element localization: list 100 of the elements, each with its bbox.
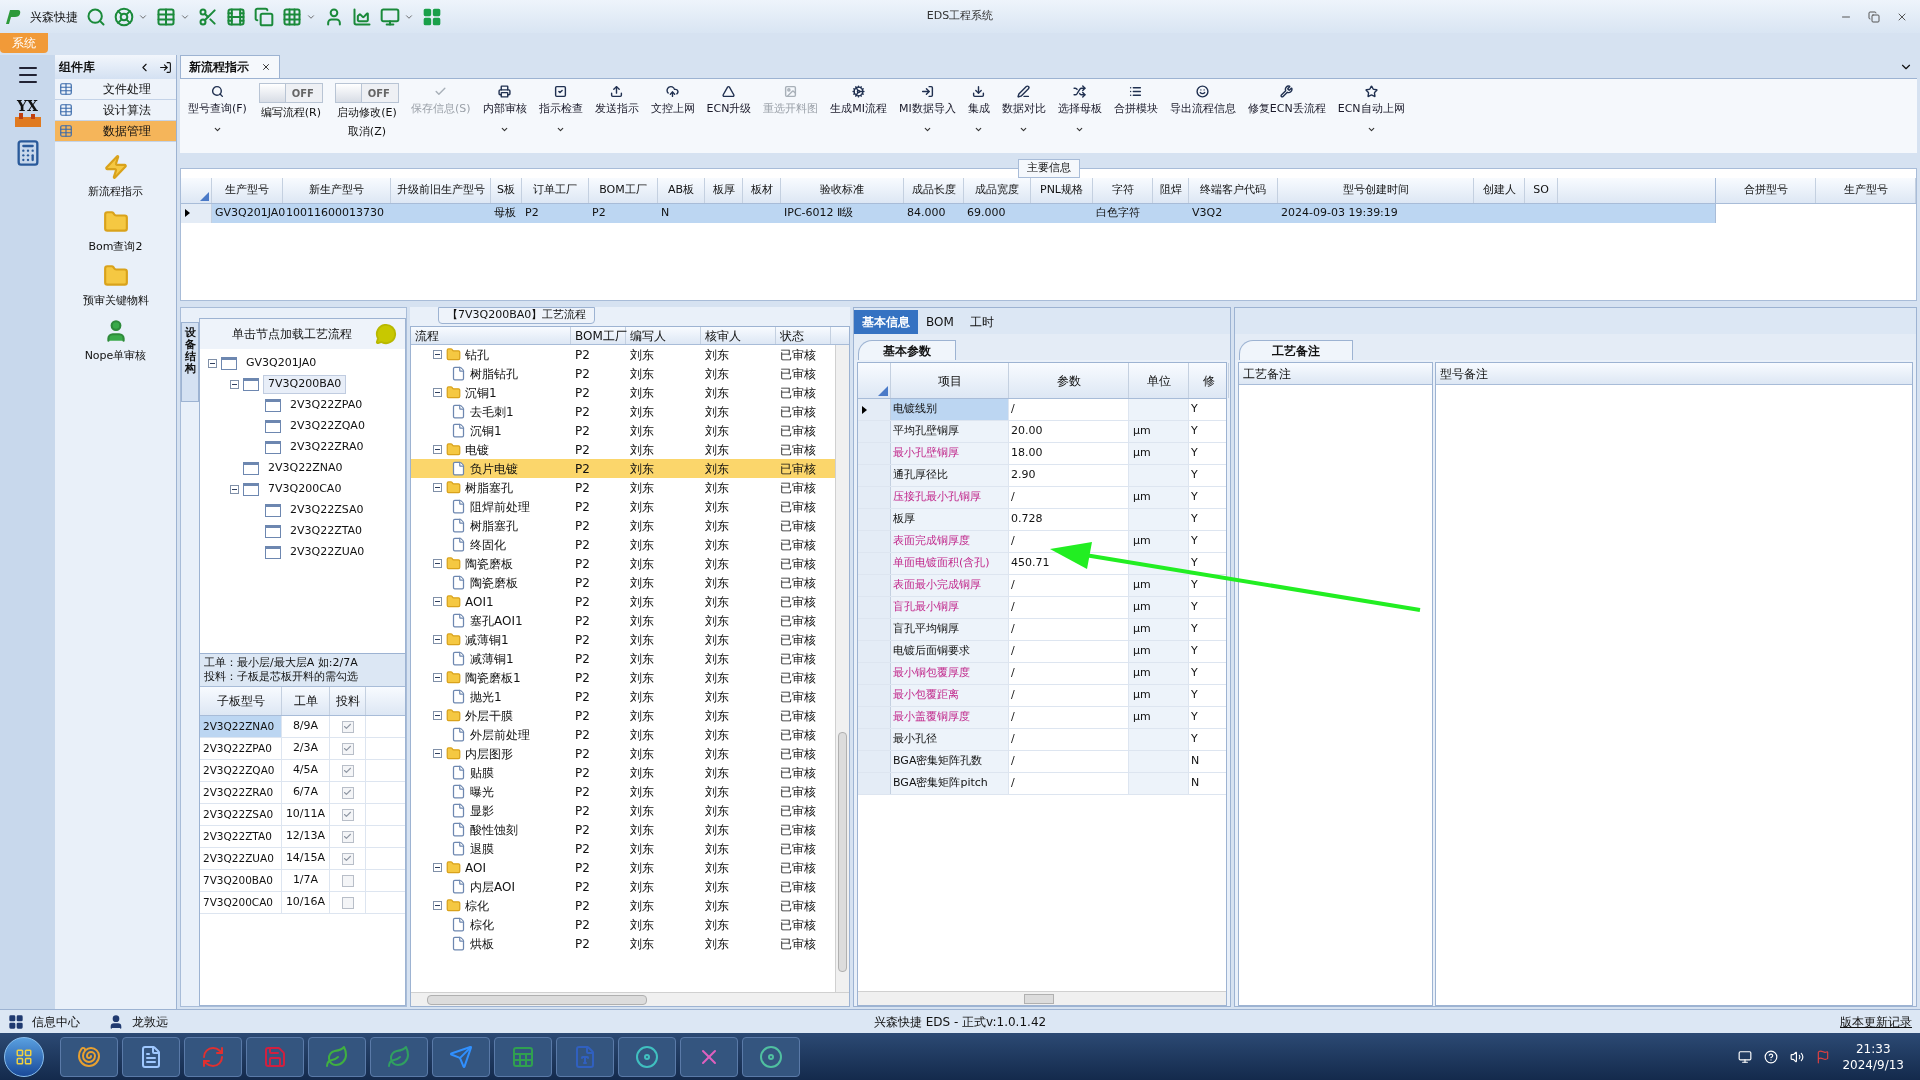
- process-row[interactable]: 陶瓷磨板1 P2 刘东 刘东 已审核: [411, 668, 835, 687]
- process-row[interactable]: 贴膜 P2 刘东 刘东 已审核: [411, 763, 835, 782]
- toolbar-button[interactable]: ECN升级: [702, 83, 756, 120]
- tree-node[interactable]: GV3Q201JA0: [241, 354, 322, 373]
- document-tab[interactable]: 新流程指示: [180, 55, 280, 78]
- tree-node[interactable]: 2V3Q22ZSA0: [285, 501, 369, 520]
- process-row[interactable]: 沉铜1 P2 刘东 刘东 已审核: [411, 383, 835, 402]
- toolbar-button[interactable]: 文控上网: [646, 83, 699, 120]
- process-row[interactable]: 抛光1 P2 刘东 刘东 已审核: [411, 687, 835, 706]
- changelog-link[interactable]: 版本更新记录: [1840, 1012, 1912, 1031]
- process-row[interactable]: 陶瓷磨板 P2 刘东 刘东 已审核: [411, 573, 835, 592]
- toolbar-button[interactable]: 内部审核: [478, 83, 531, 136]
- scrollbar[interactable]: [411, 992, 849, 1006]
- table-icon[interactable]: [156, 6, 176, 27]
- tree-node[interactable]: 2V3Q22ZQA0: [285, 417, 370, 436]
- checkbox[interactable]: [341, 874, 354, 887]
- table-row[interactable]: 盲孔最小铜厚 / μm Y: [858, 597, 1226, 619]
- process-row[interactable]: 减薄铜1 P2 刘东 刘东 已审核: [411, 630, 835, 649]
- scrollbar[interactable]: [835, 345, 849, 992]
- expander-icon[interactable]: [433, 749, 442, 758]
- subtab[interactable]: 基本参数: [858, 340, 956, 360]
- tab[interactable]: 基本信息: [854, 310, 918, 334]
- process-row[interactable]: 陶瓷磨板 P2 刘东 刘东 已审核: [411, 554, 835, 573]
- table-row[interactable]: 最小孔壁铜厚 18.00 μm Y: [858, 443, 1226, 465]
- process-row[interactable]: 棕化 P2 刘东 刘东 已审核: [411, 915, 835, 934]
- process-row[interactable]: 显影 P2 刘东 刘东 已审核: [411, 801, 835, 820]
- sidebar-tool[interactable]: 预审关键物料: [82, 263, 149, 310]
- grid-icon[interactable]: [282, 6, 302, 27]
- tab[interactable]: 工时: [961, 310, 1002, 334]
- subtab[interactable]: 工艺备注: [1239, 340, 1353, 360]
- person-icon[interactable]: [324, 6, 344, 27]
- expander-icon[interactable]: [230, 380, 239, 389]
- taskbar-app[interactable]: [370, 1036, 428, 1077]
- toolbar-button[interactable]: MI数据导入: [895, 83, 960, 136]
- toolbar-button[interactable]: 发送指示: [590, 83, 643, 120]
- process-row[interactable]: 烘板 P2 刘东 刘东 已审核: [411, 934, 835, 953]
- table-row[interactable]: 2V3Q22ZUA0 14/15A: [200, 848, 405, 870]
- status-text[interactable]: 信息中心: [32, 1012, 80, 1031]
- expander-icon[interactable]: [433, 597, 442, 606]
- toolbar-button[interactable]: 生成MI流程: [826, 83, 892, 120]
- toggle-switch[interactable]: OFF: [258, 83, 323, 103]
- tree-node[interactable]: 7V3Q200BA0: [263, 375, 347, 394]
- process-row[interactable]: 外层干膜 P2 刘东 刘东 已审核: [411, 706, 835, 725]
- taskbar-app[interactable]: [60, 1036, 118, 1077]
- table-row[interactable]: 最小铜包覆厚度 / μm Y: [858, 663, 1226, 685]
- checkbox[interactable]: [341, 896, 354, 909]
- sidebar-tool[interactable]: 新流程指示: [88, 154, 143, 201]
- table-row[interactable]: 2V3Q22ZSA0 10/11A: [200, 804, 405, 826]
- expander-icon[interactable]: [433, 711, 442, 720]
- checkbox[interactable]: [341, 852, 354, 865]
- windows-icon[interactable]: [422, 6, 442, 27]
- expander-icon[interactable]: [208, 359, 217, 368]
- tree-node[interactable]: 2V3Q22ZNA0: [263, 459, 348, 478]
- sidebar-item[interactable]: 数据管理: [55, 121, 176, 142]
- sidebar-tool[interactable]: Bom查询2: [88, 208, 143, 255]
- tree-node[interactable]: 2V3Q22ZTA0: [285, 522, 368, 541]
- toolbar-button[interactable]: 修复ECN丢流程: [1243, 83, 1330, 120]
- expander-icon[interactable]: [433, 635, 442, 644]
- table-row[interactable]: 通孔厚径比 2.90 Y: [858, 465, 1226, 487]
- search-icon[interactable]: [86, 6, 106, 27]
- checkbox[interactable]: [341, 830, 354, 843]
- process-row[interactable]: 电镀 P2 刘东 刘东 已审核: [411, 440, 835, 459]
- checkbox[interactable]: [341, 742, 354, 755]
- checkbox[interactable]: [341, 786, 354, 799]
- copy-icon[interactable]: [254, 6, 274, 27]
- tree-node[interactable]: 2V3Q22ZPA0: [285, 396, 368, 415]
- vertical-tab[interactable]: 设备结构: [181, 322, 199, 402]
- toolbar-button[interactable]: 导出流程信息: [1165, 83, 1240, 120]
- table-row[interactable]: 最小盖覆铜厚度 / μm Y: [858, 707, 1226, 729]
- process-row[interactable]: 棕化 P2 刘东 刘东 已审核: [411, 896, 835, 915]
- table-row[interactable]: 2V3Q22ZPA0 2/3A: [200, 738, 405, 760]
- table-row[interactable]: 板厚 0.728 Y: [858, 509, 1226, 531]
- table-row[interactable]: 表面最小完成铜厚 / μm Y: [858, 575, 1226, 597]
- toolbar-button[interactable]: 数据对比: [997, 83, 1050, 136]
- tab[interactable]: BOM: [918, 310, 962, 334]
- help-icon[interactable]: [1764, 1049, 1779, 1064]
- process-row[interactable]: 去毛刺1 P2 刘东 刘东 已审核: [411, 402, 835, 421]
- grid-icon[interactable]: [8, 1013, 24, 1030]
- process-row[interactable]: 负片电镀 P2 刘东 刘东 已审核: [411, 459, 835, 478]
- toolbar-button[interactable]: 集成: [963, 83, 994, 136]
- taskbar-app[interactable]: [308, 1036, 366, 1077]
- restore-icon[interactable]: [1868, 10, 1880, 23]
- process-row[interactable]: 沉铜1 P2 刘东 刘东 已审核: [411, 421, 835, 440]
- process-row[interactable]: 树脂钻孔 P2 刘东 刘东 已审核: [411, 364, 835, 383]
- monitor-icon[interactable]: [1738, 1049, 1753, 1064]
- start-button[interactable]: [4, 1036, 44, 1077]
- taskbar-app[interactable]: [122, 1036, 180, 1077]
- process-row[interactable]: 树脂塞孔 P2 刘东 刘东 已审核: [411, 516, 835, 535]
- checkbox[interactable]: [341, 764, 354, 777]
- toolbar-button[interactable]: 选择母板: [1053, 83, 1106, 136]
- area-chart-icon[interactable]: [352, 6, 372, 27]
- sidebar-item[interactable]: 设计算法: [55, 100, 176, 121]
- table-row[interactable]: BGA密集矩阵孔数 / N: [858, 751, 1226, 773]
- process-row[interactable]: 内层图形 P2 刘东 刘东 已审核: [411, 744, 835, 763]
- process-row[interactable]: 终固化 P2 刘东 刘东 已审核: [411, 535, 835, 554]
- speaker-icon[interactable]: [1790, 1049, 1805, 1064]
- tree-node[interactable]: 7V3Q200CA0: [263, 480, 347, 499]
- close-icon[interactable]: [261, 62, 271, 72]
- tree-node[interactable]: 2V3Q22ZRA0: [285, 438, 369, 457]
- process-row[interactable]: 曝光 P2 刘东 刘东 已审核: [411, 782, 835, 801]
